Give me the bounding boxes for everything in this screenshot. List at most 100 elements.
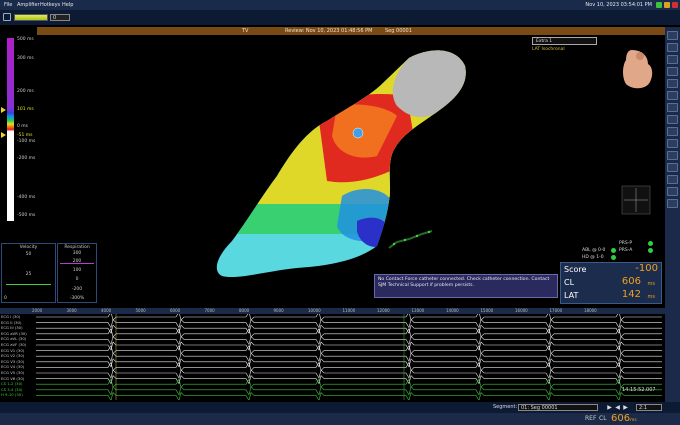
step-forward-icon[interactable]: ▶: [622, 404, 629, 411]
cl-unit: ms: [647, 281, 655, 287]
orientation-torso-icon[interactable]: [623, 50, 653, 89]
ecg-lead-label[interactable]: ECG I (30): [1, 314, 20, 319]
segment-label: Seg 00001: [385, 28, 412, 34]
score-value: -100: [635, 263, 658, 274]
ecg-lead-label[interactable]: ECG III (30): [1, 325, 23, 330]
ecg-lead-label[interactable]: ECG V4 (30): [1, 364, 24, 369]
view-tool-icon[interactable]: [667, 175, 678, 184]
respiration-value: -200: [71, 287, 83, 292]
review-timestamp: Review: Nov 10, 2023 01:48:56 PM: [285, 28, 373, 34]
catheter-shaft[interactable]: [388, 230, 433, 249]
catheter-tip-icon[interactable]: [352, 127, 364, 139]
move-tool-icon[interactable]: [667, 67, 678, 76]
prs-p-status-icon: [648, 241, 653, 246]
marker-tool-icon[interactable]: [667, 151, 678, 160]
prs-p-label: PRS-P: [619, 241, 633, 246]
scale-label: -400 ms: [17, 195, 36, 200]
ecg-trace-line: [36, 344, 662, 355]
gain-slider[interactable]: [14, 14, 48, 21]
ecg-trace-line: [36, 369, 662, 379]
ecg-lead-label[interactable]: ECG aVR (30): [1, 331, 27, 336]
velocity-value: 50: [25, 252, 32, 257]
label-tool-icon[interactable]: [667, 163, 678, 172]
menu-amplifier[interactable]: Amplifier: [17, 0, 40, 10]
settings-tool-icon[interactable]: [667, 199, 678, 208]
ecg-trace-line: [36, 361, 662, 371]
ecg-lead-label[interactable]: ECG V3 (30): [1, 359, 24, 364]
segment-caption: Segment:: [493, 404, 518, 410]
view-label: TV: [242, 28, 249, 34]
paint-tool-icon[interactable]: [667, 127, 678, 136]
playback-bar: Segment: 01: Seg 00001 ▶ ◀ ▶ 2:1: [0, 402, 680, 413]
respiration-panel: Respiration 300 200 100 0 -200 -300%: [57, 243, 97, 303]
cardiac-shell[interactable]: [207, 36, 477, 296]
ecg-lead-label[interactable]: ECG aVL (30): [1, 336, 26, 341]
segment-select[interactable]: 01: Seg 00001: [518, 404, 598, 411]
menu-hotkeys[interactable]: Hotkeys: [40, 0, 60, 10]
prs-a-label: PRS-A: [619, 248, 633, 253]
extra-map-select[interactable]: Extra 1: [532, 37, 597, 45]
ecg-lead-label[interactable]: ECG V1 (30): [1, 348, 24, 353]
wave-tool-icon[interactable]: [667, 187, 678, 196]
velocity-panel: Velocity 50 25 0: [1, 243, 56, 303]
ecg-lead-label[interactable]: ECG aVF (30): [1, 342, 26, 347]
catheter-hd-status-icon: [611, 255, 616, 260]
toolbar: 0: [0, 10, 680, 25]
velocity-trace: [6, 284, 51, 285]
step-back-icon[interactable]: ◀: [614, 404, 621, 411]
tray-close-icon[interactable]: [672, 2, 678, 8]
ecg-trace-line: [36, 324, 662, 334]
map-icon[interactable]: [3, 13, 11, 21]
ecg-lead-label[interactable]: ECG V5 (30): [1, 370, 24, 375]
erase-tool-icon[interactable]: [667, 139, 678, 148]
viewport-header: TV Review: Nov 10, 2023 01:48:56 PM Seg …: [37, 27, 665, 35]
velocity-value: 0: [4, 296, 7, 301]
pointer-tool-icon[interactable]: [667, 31, 678, 40]
right-toolbar: [665, 27, 680, 407]
menu-help[interactable]: Help: [62, 0, 73, 10]
catheter-hd-label: HD @ 1-0: [582, 255, 604, 260]
scale-label: -100 ms: [17, 139, 36, 144]
ecg-trace-line: [36, 341, 662, 351]
respiration-trace: [60, 263, 94, 264]
ecg-trace-line: [36, 358, 662, 368]
contact-force-warning: No Contact Force catheter connected. Che…: [374, 274, 558, 298]
play-icon[interactable]: ▶: [606, 404, 613, 411]
cut-tool-icon[interactable]: [667, 91, 678, 100]
rotate-tool-icon[interactable]: [667, 43, 678, 52]
respiration-value: 0: [75, 277, 79, 282]
ecg-trace-line: [36, 378, 662, 388]
lat-value: 142: [621, 289, 641, 300]
ecg-trace-line: [36, 386, 662, 396]
scale-label: -500 ms: [17, 213, 36, 218]
select-tool-icon[interactable]: [667, 55, 678, 64]
lat-color-scale[interactable]: 500 ms 300 ms 200 ms 101 ms 0 ms -51 ms …: [0, 36, 36, 226]
ecg-lead-label[interactable]: ECG V6 (30): [1, 376, 24, 381]
scale-lower-handle-icon[interactable]: [1, 132, 6, 138]
view-cube-icon[interactable]: [621, 185, 651, 215]
respiration-value: 300: [72, 251, 82, 256]
point-tool-icon[interactable]: [667, 115, 678, 124]
map-type-label: LAT Isochronal: [532, 47, 565, 52]
scale-gradient[interactable]: [7, 38, 14, 221]
ecg-traces[interactable]: [0, 314, 665, 400]
measure-tool-icon[interactable]: [667, 103, 678, 112]
ecg-lead-label[interactable]: ECG II (30): [1, 320, 21, 325]
ecg-lead-label[interactable]: CS 3-4 (30): [1, 387, 22, 392]
tray-green-icon[interactable]: [656, 2, 662, 8]
menu-file[interactable]: File: [4, 0, 12, 10]
scale-label: 101 ms: [17, 107, 34, 112]
scale-upper-handle-icon[interactable]: [1, 107, 6, 113]
tray-warning-icon[interactable]: [664, 2, 670, 8]
playback-speed-select[interactable]: 2:1: [636, 404, 662, 411]
ecg-lead-label[interactable]: CS 1-2 (30): [1, 381, 22, 386]
respiration-title: Respiration: [64, 245, 90, 250]
gain-select[interactable]: 0: [50, 14, 70, 21]
catheter-abl-status-icon: [611, 248, 616, 253]
prs-a-status-icon: [648, 248, 653, 253]
respiration-value: -300%: [69, 296, 85, 301]
ecg-lead-label[interactable]: ECG V2 (30): [1, 353, 24, 358]
ecg-lead-label[interactable]: H 9-10 (30): [1, 392, 23, 397]
ecg-trace-line: [36, 391, 662, 400]
zoom-tool-icon[interactable]: [667, 79, 678, 88]
